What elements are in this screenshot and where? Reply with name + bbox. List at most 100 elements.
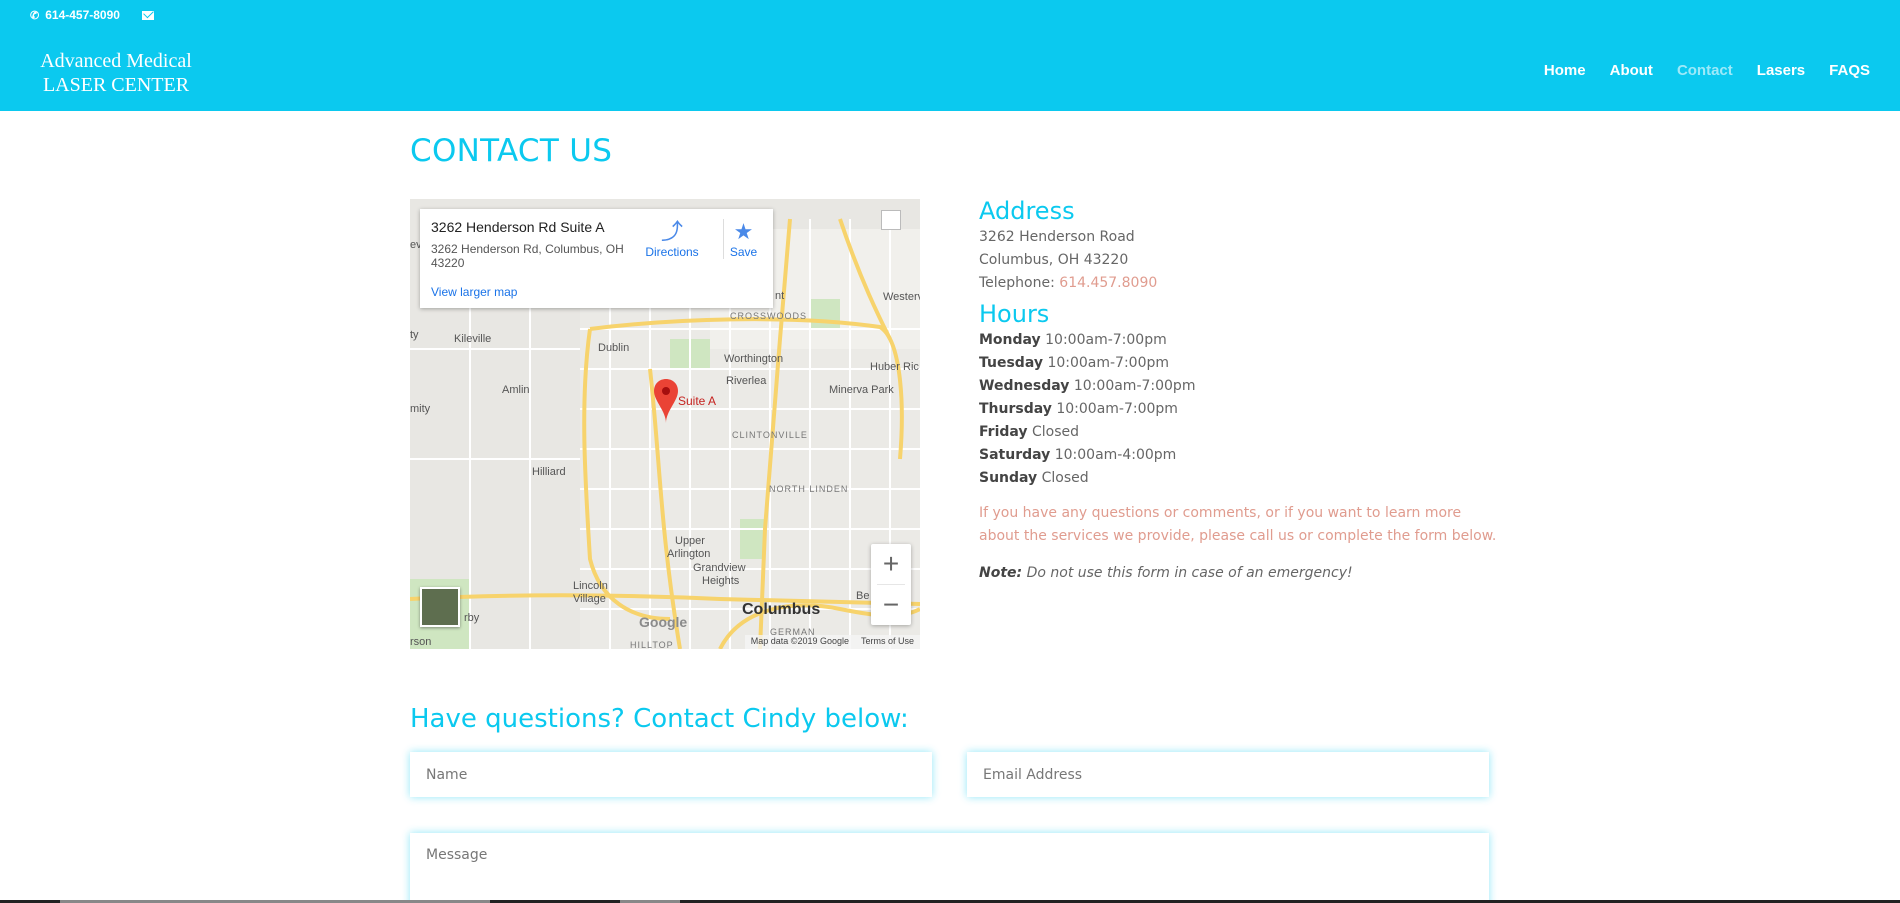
address-street: 3262 Henderson Road xyxy=(979,229,1135,245)
map-attribution: Map data ©2019 Google Terms of Use xyxy=(744,635,920,649)
map-label-mity: mity xyxy=(410,403,431,415)
hours-time: 10:00am-7:00pm xyxy=(1073,378,1196,394)
map-label-columbus: Columbus xyxy=(742,601,821,618)
topbar-phone[interactable]: 614-457-8090 xyxy=(45,8,120,22)
place-address: 3262 Henderson Rd, Columbus, OH 43220 xyxy=(431,242,624,270)
nav-home[interactable]: Home xyxy=(1544,62,1586,79)
site-logo[interactable]: Advanced Medical LASER CENTER xyxy=(36,49,196,97)
hours-row: Sunday Closed xyxy=(979,467,1499,490)
place-title: 3262 Henderson Rd Suite A xyxy=(431,219,605,235)
hours-day: Sunday xyxy=(979,470,1038,486)
map-label-arlington: Arlington xyxy=(667,548,711,560)
map-place-card: 3262 Henderson Rd Suite A 3262 Henderson… xyxy=(420,209,773,308)
main-nav: Home About Contact Lasers FAQS xyxy=(1544,62,1870,79)
address-heading: Address xyxy=(979,197,1075,225)
map-label-minerva-park: Minerva Park xyxy=(829,384,894,396)
location-pin-icon[interactable] xyxy=(654,379,678,423)
map-label-ty: ty xyxy=(410,329,419,341)
map-label-huber-ridge: Huber Ric xyxy=(870,361,919,373)
topbar-contact: ✆ 614-457-8090 xyxy=(30,7,154,23)
nav-faqs[interactable]: FAQS xyxy=(1829,62,1870,79)
note-label: Note: xyxy=(979,565,1023,581)
logo-line-1: Advanced Medical xyxy=(40,50,192,72)
directions-label: Directions xyxy=(645,245,699,259)
map-label-be: Be xyxy=(856,590,870,602)
star-icon: ★ xyxy=(733,219,754,244)
hours-time: 10:00am-7:00pm xyxy=(1045,332,1167,348)
logo-line-2: LASER CENTER xyxy=(42,74,190,96)
name-field[interactable] xyxy=(410,752,932,797)
map-data-credit: Map data ©2019 Google xyxy=(750,636,849,646)
hours-time: 10:00am-7:00pm xyxy=(1056,401,1178,417)
save-label: Save xyxy=(729,245,758,259)
nav-lasers[interactable]: Lasers xyxy=(1757,62,1805,79)
phone-icon: ✆ xyxy=(30,9,40,22)
map-label-clintonville: CLINTONVILLE xyxy=(732,430,808,440)
zoom-out-button[interactable]: − xyxy=(871,585,911,625)
page-title: CONTACT US xyxy=(410,133,613,169)
map-label-amlin: Amlin xyxy=(502,384,530,396)
hours-row: Monday 10:00am-7:00pm xyxy=(979,329,1499,352)
hours-row: Wednesday 10:00am-7:00pm xyxy=(979,375,1499,398)
emergency-note: Note: Do not use this form in case of an… xyxy=(979,562,1499,585)
google-map[interactable]: Westerville CROSSWOODS Kileville Dublin … xyxy=(410,199,920,649)
fullscreen-button[interactable] xyxy=(881,210,901,230)
hours-day: Thursday xyxy=(979,401,1052,417)
hours-row: Tuesday 10:00am-7:00pm xyxy=(979,352,1499,375)
map-label-hilltop: HILLTOP xyxy=(630,640,674,649)
google-logo: Google xyxy=(639,614,688,630)
map-label-crosswoods: CROSSWOODS xyxy=(730,311,808,321)
hours-day: Saturday xyxy=(979,447,1051,463)
hours-time: Closed xyxy=(1032,424,1080,440)
nav-contact[interactable]: Contact xyxy=(1677,62,1733,79)
directions-icon: ⤴ xyxy=(660,219,683,244)
hours-heading: Hours xyxy=(979,300,1050,328)
map-label-upper: Upper xyxy=(675,535,705,547)
mail-icon[interactable] xyxy=(141,10,154,20)
map-label-riverlea: Riverlea xyxy=(726,375,767,387)
telephone-link[interactable]: 614.457.8090 xyxy=(1059,275,1157,291)
hours-row: Friday Closed xyxy=(979,421,1499,444)
map-label-lincoln: Lincoln xyxy=(573,580,608,592)
map-label-rson: rson xyxy=(410,636,432,648)
hours-row: Saturday 10:00am-4:00pm xyxy=(979,444,1499,467)
email-field[interactable] xyxy=(967,752,1489,797)
map-label-kileville: Kileville xyxy=(454,333,492,345)
address-city: Columbus, OH 43220 xyxy=(979,252,1129,268)
hours-day: Wednesday xyxy=(979,378,1070,394)
satellite-toggle[interactable] xyxy=(420,587,460,627)
map-label-north-linden: NORTH LINDEN xyxy=(769,484,849,494)
map-label-westerville: Westerville xyxy=(883,291,920,303)
hours-time: 10:00am-4:00pm xyxy=(1054,447,1177,463)
hours-row: Thursday 10:00am-7:00pm xyxy=(979,398,1499,421)
nav-about[interactable]: About xyxy=(1610,62,1653,79)
form-heading: Have questions? Contact Cindy below: xyxy=(410,704,909,734)
hours-day: Monday xyxy=(979,332,1041,348)
pin-label: Suite A xyxy=(678,394,717,408)
site-header: ✆ 614-457-8090 Advanced Medical LASER CE… xyxy=(0,0,1900,111)
address-telephone: Telephone: 614.457.8090 xyxy=(979,272,1499,295)
map-label-dublin: Dublin xyxy=(598,342,630,354)
telephone-label: Telephone: xyxy=(979,275,1055,291)
message-field[interactable] xyxy=(410,833,1489,903)
view-larger-map-link[interactable]: View larger map xyxy=(431,285,517,299)
map-label-hilliard: Hilliard xyxy=(532,466,566,478)
contact-info: Address 3262 Henderson Road Columbus, OH… xyxy=(979,196,1499,585)
map-label-heights: Heights xyxy=(702,575,740,587)
hours-time: 10:00am-7:00pm xyxy=(1047,355,1170,371)
hours-time: Closed xyxy=(1041,470,1089,486)
map-label-rby: rby xyxy=(464,612,480,624)
hours-day: Friday xyxy=(979,424,1028,440)
map-label-village: Village xyxy=(573,593,606,605)
save-button[interactable]: ★ Save xyxy=(723,219,763,259)
zoom-control: + − xyxy=(871,544,911,625)
map-label-nt: nt xyxy=(775,290,785,302)
contact-callout: If you have any questions or comments, o… xyxy=(979,505,1497,544)
map-label-worthington: Worthington xyxy=(724,353,784,365)
map-label-grandview: Grandview xyxy=(693,562,746,574)
directions-button[interactable]: ⤴ Directions xyxy=(637,219,707,259)
hours-day: Tuesday xyxy=(979,355,1043,371)
terms-of-use-link[interactable]: Terms of Use xyxy=(861,636,914,648)
note-text: Do not use this form in case of an emerg… xyxy=(1026,565,1353,581)
zoom-in-button[interactable]: + xyxy=(871,544,911,584)
